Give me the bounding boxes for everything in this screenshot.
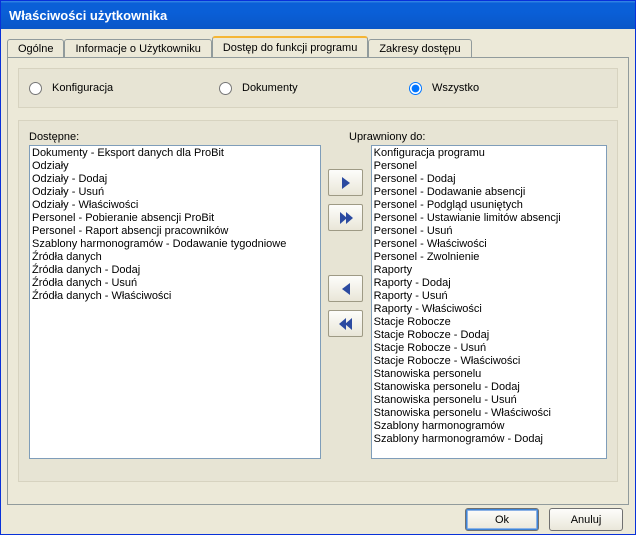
- list-item[interactable]: Raporty - Właściwości: [374, 303, 604, 316]
- list-item[interactable]: Stacje Robocze: [374, 316, 604, 329]
- list-labels: Dostępne: Uprawniony do:: [29, 131, 607, 143]
- list-item[interactable]: Źródła danych - Właściwości: [32, 290, 318, 303]
- radio-dokumenty-input[interactable]: [219, 82, 232, 95]
- available-list[interactable]: Dokumenty - Eksport danych dla ProBitOdz…: [29, 145, 321, 459]
- radio-konfiguracja-input[interactable]: [29, 82, 42, 95]
- dialog-window: Właściwości użytkownika OgólneInformacje…: [0, 0, 636, 535]
- list-item[interactable]: Stanowiska personelu - Dodaj: [374, 381, 604, 394]
- arrow-double-right-icon: [338, 209, 354, 227]
- list-item[interactable]: Personel: [374, 160, 604, 173]
- dialog-footer: Ok Anuluj: [1, 505, 635, 534]
- radio-filter-group: Konfiguracja Dokumenty Wszystko: [18, 68, 618, 108]
- tab-1[interactable]: Informacje o Użytkowniku: [64, 39, 211, 58]
- list-item[interactable]: Personel - Ustawianie limitów absencji: [374, 212, 604, 225]
- tab-0[interactable]: Ogólne: [7, 39, 64, 58]
- granted-label: Uprawniony do:: [349, 131, 607, 143]
- window-title: Właściwości użytkownika: [9, 8, 167, 23]
- tab-3[interactable]: Zakresy dostępu: [368, 39, 471, 58]
- ok-button[interactable]: Ok: [465, 508, 539, 531]
- radio-konfiguracja-label: Konfiguracja: [52, 82, 113, 94]
- radio-konfiguracja[interactable]: Konfiguracja: [29, 82, 219, 95]
- radio-wszystko-input[interactable]: [409, 82, 422, 95]
- list-item[interactable]: Szablony harmonogramów: [374, 420, 604, 433]
- list-item[interactable]: Konfiguracja programu: [374, 147, 604, 160]
- tab-panel-active: Konfiguracja Dokumenty Wszystko Dostępne…: [7, 57, 629, 505]
- titlebar: Właściwości użytkownika: [1, 1, 635, 29]
- list-item[interactable]: Stacje Robocze - Właściwości: [374, 355, 604, 368]
- list-item[interactable]: Szablony harmonogramów - Dodaj: [374, 433, 604, 446]
- list-item[interactable]: Raporty: [374, 264, 604, 277]
- list-item[interactable]: Stanowiska personelu - Usuń: [374, 394, 604, 407]
- list-item[interactable]: Personel - Dodaj: [374, 173, 604, 186]
- arrow-left-icon: [338, 280, 354, 298]
- list-item[interactable]: Odziały - Dodaj: [32, 173, 318, 186]
- list-item[interactable]: Personel - Właściwości: [374, 238, 604, 251]
- move-button-column: [321, 145, 371, 471]
- list-item[interactable]: Dokumenty - Eksport danych dla ProBit: [32, 147, 318, 160]
- radio-dokumenty[interactable]: Dokumenty: [219, 82, 409, 95]
- radio-dokumenty-label: Dokumenty: [242, 82, 298, 94]
- list-item[interactable]: Stacje Robocze - Usuń: [374, 342, 604, 355]
- list-item[interactable]: Personel - Raport absencji pracowników: [32, 225, 318, 238]
- list-item[interactable]: Źródła danych - Dodaj: [32, 264, 318, 277]
- list-item[interactable]: Stanowiska personelu - Właściwości: [374, 407, 604, 420]
- move-right-button[interactable]: [328, 169, 363, 196]
- list-item[interactable]: Personel - Usuń: [374, 225, 604, 238]
- tabs-wrap: OgólneInformacje o UżytkownikuDostęp do …: [1, 29, 635, 505]
- lists-area: Dostępne: Uprawniony do: Dokumenty - Eks…: [18, 120, 618, 482]
- lists-row: Dokumenty - Eksport danych dla ProBitOdz…: [29, 145, 607, 471]
- list-item[interactable]: Personel - Podgląd usuniętych: [374, 199, 604, 212]
- list-item[interactable]: Odziały - Właściwości: [32, 199, 318, 212]
- list-item[interactable]: Personel - Dodawanie absencji: [374, 186, 604, 199]
- radio-wszystko[interactable]: Wszystko: [409, 82, 607, 95]
- list-item[interactable]: Personel - Zwolnienie: [374, 251, 604, 264]
- list-item[interactable]: Źródła danych - Usuń: [32, 277, 318, 290]
- arrow-double-left-icon: [338, 315, 354, 333]
- list-item[interactable]: Źródła danych: [32, 251, 318, 264]
- list-item[interactable]: Raporty - Dodaj: [374, 277, 604, 290]
- tabs: OgólneInformacje o UżytkownikuDostęp do …: [7, 35, 629, 57]
- granted-list[interactable]: Konfiguracja programuPersonelPersonel - …: [371, 145, 607, 459]
- list-item[interactable]: Odziały - Usuń: [32, 186, 318, 199]
- cancel-button[interactable]: Anuluj: [549, 508, 623, 531]
- available-label: Dostępne:: [29, 131, 331, 143]
- list-item[interactable]: Stacje Robocze - Dodaj: [374, 329, 604, 342]
- list-item[interactable]: Odziały: [32, 160, 318, 173]
- arrow-right-icon: [338, 174, 354, 192]
- list-item[interactable]: Szablony harmonogramów - Dodawanie tygod…: [32, 238, 318, 251]
- tab-2[interactable]: Dostęp do funkcji programu: [212, 36, 369, 57]
- move-left-all-button[interactable]: [328, 310, 363, 337]
- list-item[interactable]: Raporty - Usuń: [374, 290, 604, 303]
- list-item[interactable]: Personel - Pobieranie absencji ProBit: [32, 212, 318, 225]
- list-item[interactable]: Stanowiska personelu: [374, 368, 604, 381]
- move-left-button[interactable]: [328, 275, 363, 302]
- move-right-all-button[interactable]: [328, 204, 363, 231]
- radio-wszystko-label: Wszystko: [432, 82, 479, 94]
